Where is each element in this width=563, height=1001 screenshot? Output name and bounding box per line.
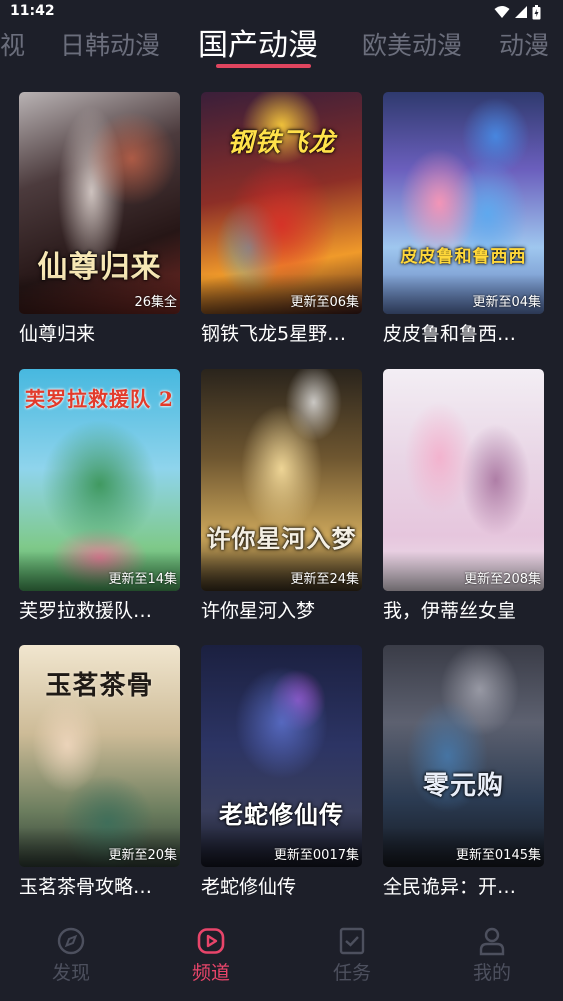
nav-profile[interactable]: 我的 bbox=[452, 926, 532, 985]
anime-card[interactable]: 皮皮鲁和鲁西西 更新至04集 皮皮鲁和鲁西… bbox=[383, 92, 544, 348]
wifi-icon bbox=[494, 6, 510, 18]
poster-image[interactable]: 仙尊归来 26集全 bbox=[19, 92, 180, 314]
anime-card[interactable]: 更新至208集 我，伊蒂丝女皇 bbox=[383, 369, 544, 625]
anime-card[interactable]: 许你星河入梦 更新至24集 许你星河入梦 bbox=[201, 369, 362, 625]
poster-image[interactable]: 玉茗茶骨 更新至20集 bbox=[19, 645, 180, 867]
tab-partial-left[interactable]: 视 bbox=[0, 26, 25, 66]
battery-icon bbox=[532, 4, 541, 19]
compass-icon bbox=[57, 927, 85, 955]
anime-title[interactable]: 皮皮鲁和鲁西… bbox=[383, 320, 544, 348]
poster-image[interactable]: 许你星河入梦 更新至24集 bbox=[201, 369, 362, 591]
poster-image[interactable]: 皮皮鲁和鲁西西 更新至04集 bbox=[383, 92, 544, 314]
poster-title-text: 零元购 bbox=[422, 771, 504, 801]
anime-title[interactable]: 钢铁飞龙5星野… bbox=[201, 320, 362, 348]
poster-image[interactable]: 钢铁飞龙 更新至06集 bbox=[201, 92, 362, 314]
tab-japan-korea-anime[interactable]: 日韩动漫 bbox=[60, 26, 160, 66]
user-icon bbox=[479, 927, 505, 956]
episode-badge: 26集全 bbox=[134, 295, 177, 310]
poster-title-text: 皮皮鲁和鲁西西 bbox=[400, 247, 527, 267]
poster-image[interactable]: 零元购 更新至0145集 bbox=[383, 645, 544, 867]
status-time: 11:42 bbox=[10, 3, 55, 19]
nav-discover[interactable]: 发现 bbox=[31, 926, 111, 985]
episode-badge: 更新至0145集 bbox=[455, 848, 541, 863]
tab-chinese-anime[interactable]: 国产动漫 bbox=[198, 26, 318, 66]
play-icon bbox=[197, 928, 225, 954]
status-bar: 11:42 bbox=[0, 0, 563, 24]
anime-title[interactable]: 我，伊蒂丝女皇 bbox=[383, 597, 544, 625]
app-screen: 11:42 视 日韩动漫 国产动漫 欧美动漫 动漫 仙尊归来 26集全 仙尊归来… bbox=[0, 0, 563, 1001]
status-icons bbox=[494, 4, 541, 20]
poster-title-text: 钢铁飞龙 bbox=[227, 128, 336, 158]
poster-title-text: 玉茗茶骨 bbox=[45, 671, 154, 701]
nav-label: 任务 bbox=[332, 962, 371, 984]
episode-badge: 更新至14集 bbox=[108, 572, 177, 587]
anime-card[interactable]: 芙罗拉救援队 2 更新至14集 芙罗拉救援队… bbox=[19, 369, 180, 625]
anime-title[interactable]: 老蛇修仙传 bbox=[201, 873, 362, 901]
anime-card[interactable]: 仙尊归来 26集全 仙尊归来 bbox=[19, 92, 180, 348]
anime-card[interactable]: 零元购 更新至0145集 全民诡异：开… bbox=[383, 645, 544, 901]
anime-card[interactable]: 钢铁飞龙 更新至06集 钢铁飞龙5星野… bbox=[201, 92, 362, 348]
tab-western-anime[interactable]: 欧美动漫 bbox=[362, 26, 462, 66]
episode-badge: 更新至208集 bbox=[464, 572, 541, 587]
episode-badge: 更新至20集 bbox=[108, 848, 177, 863]
poster-title-text: 芙罗拉救援队 2 bbox=[25, 387, 174, 411]
nav-label: 发现 bbox=[51, 962, 90, 984]
anime-title[interactable]: 仙尊归来 bbox=[19, 320, 180, 348]
anime-title[interactable]: 玉茗茶骨攻略… bbox=[19, 873, 180, 901]
poster-title-text: 老蛇修仙传 bbox=[219, 800, 344, 829]
task-icon bbox=[339, 927, 365, 955]
nav-label: 我的 bbox=[472, 962, 511, 984]
episode-badge: 更新至24集 bbox=[290, 572, 359, 587]
episode-badge: 更新至0017集 bbox=[273, 848, 359, 863]
signal-icon bbox=[515, 6, 527, 18]
poster-title-text: 许你星河入梦 bbox=[206, 524, 357, 553]
active-tab-indicator bbox=[216, 64, 311, 68]
nav-label: 频道 bbox=[191, 962, 230, 984]
anime-title[interactable]: 许你星河入梦 bbox=[201, 597, 362, 625]
anime-card[interactable]: 玉茗茶骨 更新至20集 玉茗茶骨攻略… bbox=[19, 645, 180, 901]
anime-card[interactable]: 老蛇修仙传 更新至0017集 老蛇修仙传 bbox=[201, 645, 362, 901]
anime-title[interactable]: 芙罗拉救援队… bbox=[19, 597, 180, 625]
episode-badge: 更新至04集 bbox=[472, 295, 541, 310]
anime-title[interactable]: 全民诡异：开… bbox=[383, 873, 544, 901]
nav-tasks[interactable]: 任务 bbox=[312, 926, 392, 985]
poster-image[interactable]: 老蛇修仙传 更新至0017集 bbox=[201, 645, 362, 867]
nav-channel[interactable]: 频道 bbox=[171, 926, 251, 985]
episode-badge: 更新至06集 bbox=[290, 295, 359, 310]
tab-anime[interactable]: 动漫 bbox=[499, 26, 549, 66]
bottom-nav: 发现 频道 任务 我的 bbox=[0, 910, 563, 1001]
poster-image[interactable]: 更新至208集 bbox=[383, 369, 544, 591]
poster-image[interactable]: 芙罗拉救援队 2 更新至14集 bbox=[19, 369, 180, 591]
